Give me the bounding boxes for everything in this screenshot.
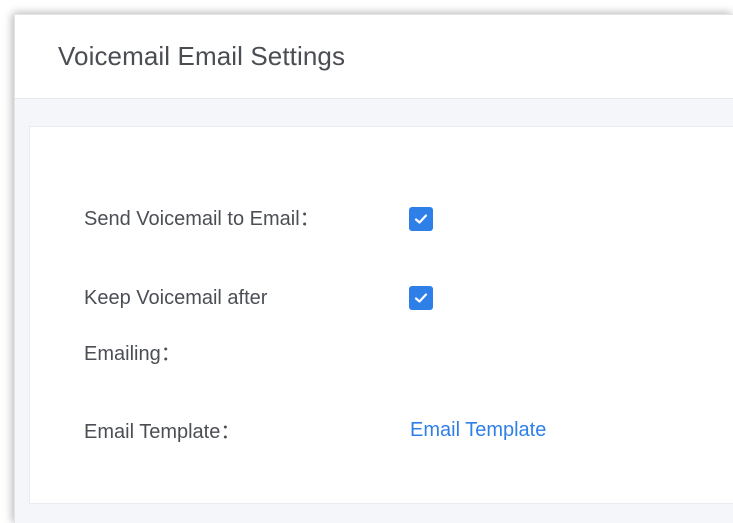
keep-voicemail-label-line2: Emailing： — [84, 343, 181, 365]
page-header: Voicemail Email Settings — [15, 15, 733, 99]
check-icon — [414, 214, 428, 224]
check-icon — [414, 293, 428, 303]
send-voicemail-checkbox[interactable] — [409, 207, 433, 231]
settings-window: Voicemail Email Settings Send Voicemail … — [14, 14, 733, 523]
keep-voicemail-label-line1: Keep Voicemail after — [84, 287, 268, 309]
email-template-link[interactable]: Email Template — [410, 419, 546, 442]
settings-card: Send Voicemail to Email： Keep Voicemail … — [29, 126, 733, 504]
page-title: Voicemail Email Settings — [58, 41, 346, 71]
email-template-label: Email Template： — [84, 421, 241, 443]
keep-voicemail-checkbox[interactable] — [409, 286, 433, 310]
send-voicemail-label: Send Voicemail to Email： — [84, 208, 320, 230]
